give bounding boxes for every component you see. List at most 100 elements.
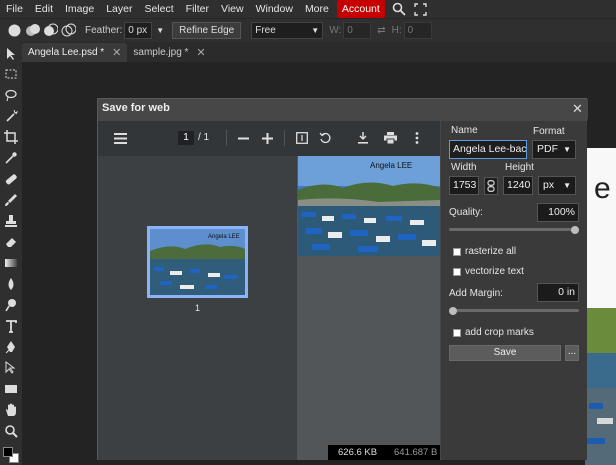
close-icon[interactable]: ✕: [572, 101, 583, 117]
feather-dropdown-icon[interactable]: ▼: [156, 26, 164, 35]
menu-layer[interactable]: Layer: [100, 0, 138, 18]
refine-edge-button[interactable]: Refine Edge: [172, 22, 242, 39]
toolbar-divider: [226, 130, 227, 146]
menu-filter[interactable]: Filter: [180, 0, 215, 18]
save-button[interactable]: Save: [449, 345, 561, 361]
quality-slider-handle[interactable]: [571, 226, 579, 234]
feather-label: Feather:: [85, 25, 123, 36]
fit-page-icon[interactable]: [295, 131, 309, 145]
page-count: / 1: [198, 132, 210, 143]
gradient-tool-icon[interactable]: [3, 255, 19, 271]
hand-tool-icon[interactable]: [3, 402, 19, 418]
height-label: H:: [391, 25, 402, 36]
dodge-tool-icon[interactable]: [3, 297, 19, 313]
margin-input[interactable]: 0 in: [537, 283, 579, 302]
selection-add-icon[interactable]: [25, 23, 40, 38]
zoom-tool-icon[interactable]: [3, 423, 19, 439]
vectorize-checkbox[interactable]: [453, 268, 461, 276]
healing-tool-icon[interactable]: [3, 171, 19, 187]
print-icon[interactable]: [383, 131, 397, 145]
selection-mode-select[interactable]: Free ▼: [251, 22, 324, 39]
file-name-input[interactable]: Angela Lee-back: [449, 140, 527, 159]
move-tool-icon[interactable]: [3, 46, 19, 62]
selection-intersect-icon[interactable]: [61, 23, 76, 38]
download-icon[interactable]: [356, 131, 370, 145]
unit-value: px: [543, 179, 555, 191]
brush-tool-icon[interactable]: [3, 192, 19, 208]
search-icon[interactable]: [391, 1, 407, 17]
tab-label: Angela Lee.psd *: [28, 47, 105, 58]
width-input[interactable]: 0: [343, 22, 372, 39]
account-button[interactable]: Account: [336, 0, 385, 18]
document-tabs: Angela Lee.psd * ✕ sample.jpg * ✕: [22, 42, 616, 62]
toolbar-divider: [284, 130, 285, 146]
crop-tool-icon[interactable]: [3, 129, 19, 145]
save-for-web-dialog: Save for web ✕ 1 / 1 Angela LEE 1 Angela…: [97, 98, 588, 460]
quality-input[interactable]: 100%: [537, 203, 579, 222]
path-select-tool-icon[interactable]: [3, 360, 19, 376]
rotate-icon[interactable]: [318, 131, 332, 145]
menu-window[interactable]: Window: [250, 0, 299, 18]
lasso-tool-icon[interactable]: [3, 87, 19, 103]
more-vertical-icon[interactable]: [410, 131, 424, 145]
width-input[interactable]: 1753: [449, 176, 479, 195]
name-label: Name: [451, 125, 478, 136]
zoom-in-icon[interactable]: [260, 131, 274, 145]
margin-slider[interactable]: [449, 309, 579, 312]
link-proportions-icon[interactable]: [484, 177, 498, 195]
eyedropper-tool-icon[interactable]: [3, 150, 19, 166]
text-tool-icon[interactable]: [3, 318, 19, 334]
foreground-color-swatch[interactable]: [3, 447, 13, 457]
fullscreen-icon[interactable]: [413, 1, 429, 17]
menu-view[interactable]: View: [215, 0, 250, 18]
height-input[interactable]: 1240: [503, 176, 533, 195]
pdf-thumbnail-sidebar: Angela LEE 1: [98, 156, 297, 460]
marquee-tool-icon[interactable]: [3, 66, 19, 82]
eraser-tool-icon[interactable]: [3, 234, 19, 250]
selection-new-icon[interactable]: [7, 23, 22, 38]
margin-label: Add Margin:: [449, 288, 503, 299]
page-number-input[interactable]: 1: [178, 131, 194, 145]
menu-edit[interactable]: Edit: [29, 0, 59, 18]
quality-label: Quality:: [449, 207, 483, 218]
feather-input[interactable]: 0 px: [124, 22, 153, 39]
page-thumbnail[interactable]: Angela LEE: [147, 226, 248, 298]
close-icon[interactable]: ✕: [112, 46, 121, 59]
rasterize-checkbox[interactable]: [453, 248, 461, 256]
selection-subtract-icon[interactable]: [43, 23, 58, 38]
zoom-out-icon[interactable]: [236, 131, 250, 145]
format-label: Format: [533, 126, 565, 137]
pen-tool-icon[interactable]: [3, 339, 19, 355]
blur-tool-icon[interactable]: [3, 276, 19, 292]
menu-file[interactable]: File: [0, 0, 29, 18]
chevron-down-icon: ▼: [311, 26, 320, 35]
tab-sample[interactable]: sample.jpg * ✕: [127, 43, 211, 62]
stamp-tool-icon[interactable]: [3, 213, 19, 229]
format-value: PDF: [537, 143, 558, 155]
menu-image[interactable]: Image: [59, 0, 100, 18]
export-settings-panel: Name Format Angela Lee-back PDF ▼ Width …: [441, 121, 587, 460]
thumbnail-page-number: 1: [195, 303, 201, 313]
pdf-toolbar: 1 / 1: [98, 121, 440, 156]
crop-marks-checkbox[interactable]: [453, 329, 461, 337]
dialog-title: Save for web: [102, 102, 170, 114]
height-input[interactable]: 0: [403, 22, 432, 39]
tab-angela-lee[interactable]: Angela Lee.psd * ✕: [22, 43, 128, 62]
hamburger-menu-icon[interactable]: [112, 131, 128, 145]
menu-select[interactable]: Select: [138, 0, 179, 18]
dialog-titlebar[interactable]: Save for web ✕: [98, 99, 588, 119]
quality-slider[interactable]: [449, 228, 579, 231]
width-label: Width: [451, 162, 477, 173]
menu-bar: File Edit Image Layer Select Filter View…: [0, 0, 616, 18]
close-icon[interactable]: ✕: [196, 46, 205, 59]
margin-slider-handle[interactable]: [449, 307, 457, 315]
format-select[interactable]: PDF ▼: [532, 140, 576, 159]
magic-wand-tool-icon[interactable]: [3, 108, 19, 124]
shape-tool-icon[interactable]: [3, 381, 19, 397]
swap-icon[interactable]: ⇄: [377, 25, 385, 36]
more-options-button[interactable]: ...: [565, 345, 579, 361]
width-label: W:: [329, 25, 342, 36]
page-preview-caption: Angela LEE: [370, 161, 412, 170]
unit-select[interactable]: px ▼: [538, 176, 576, 195]
menu-more[interactable]: More: [299, 0, 335, 18]
